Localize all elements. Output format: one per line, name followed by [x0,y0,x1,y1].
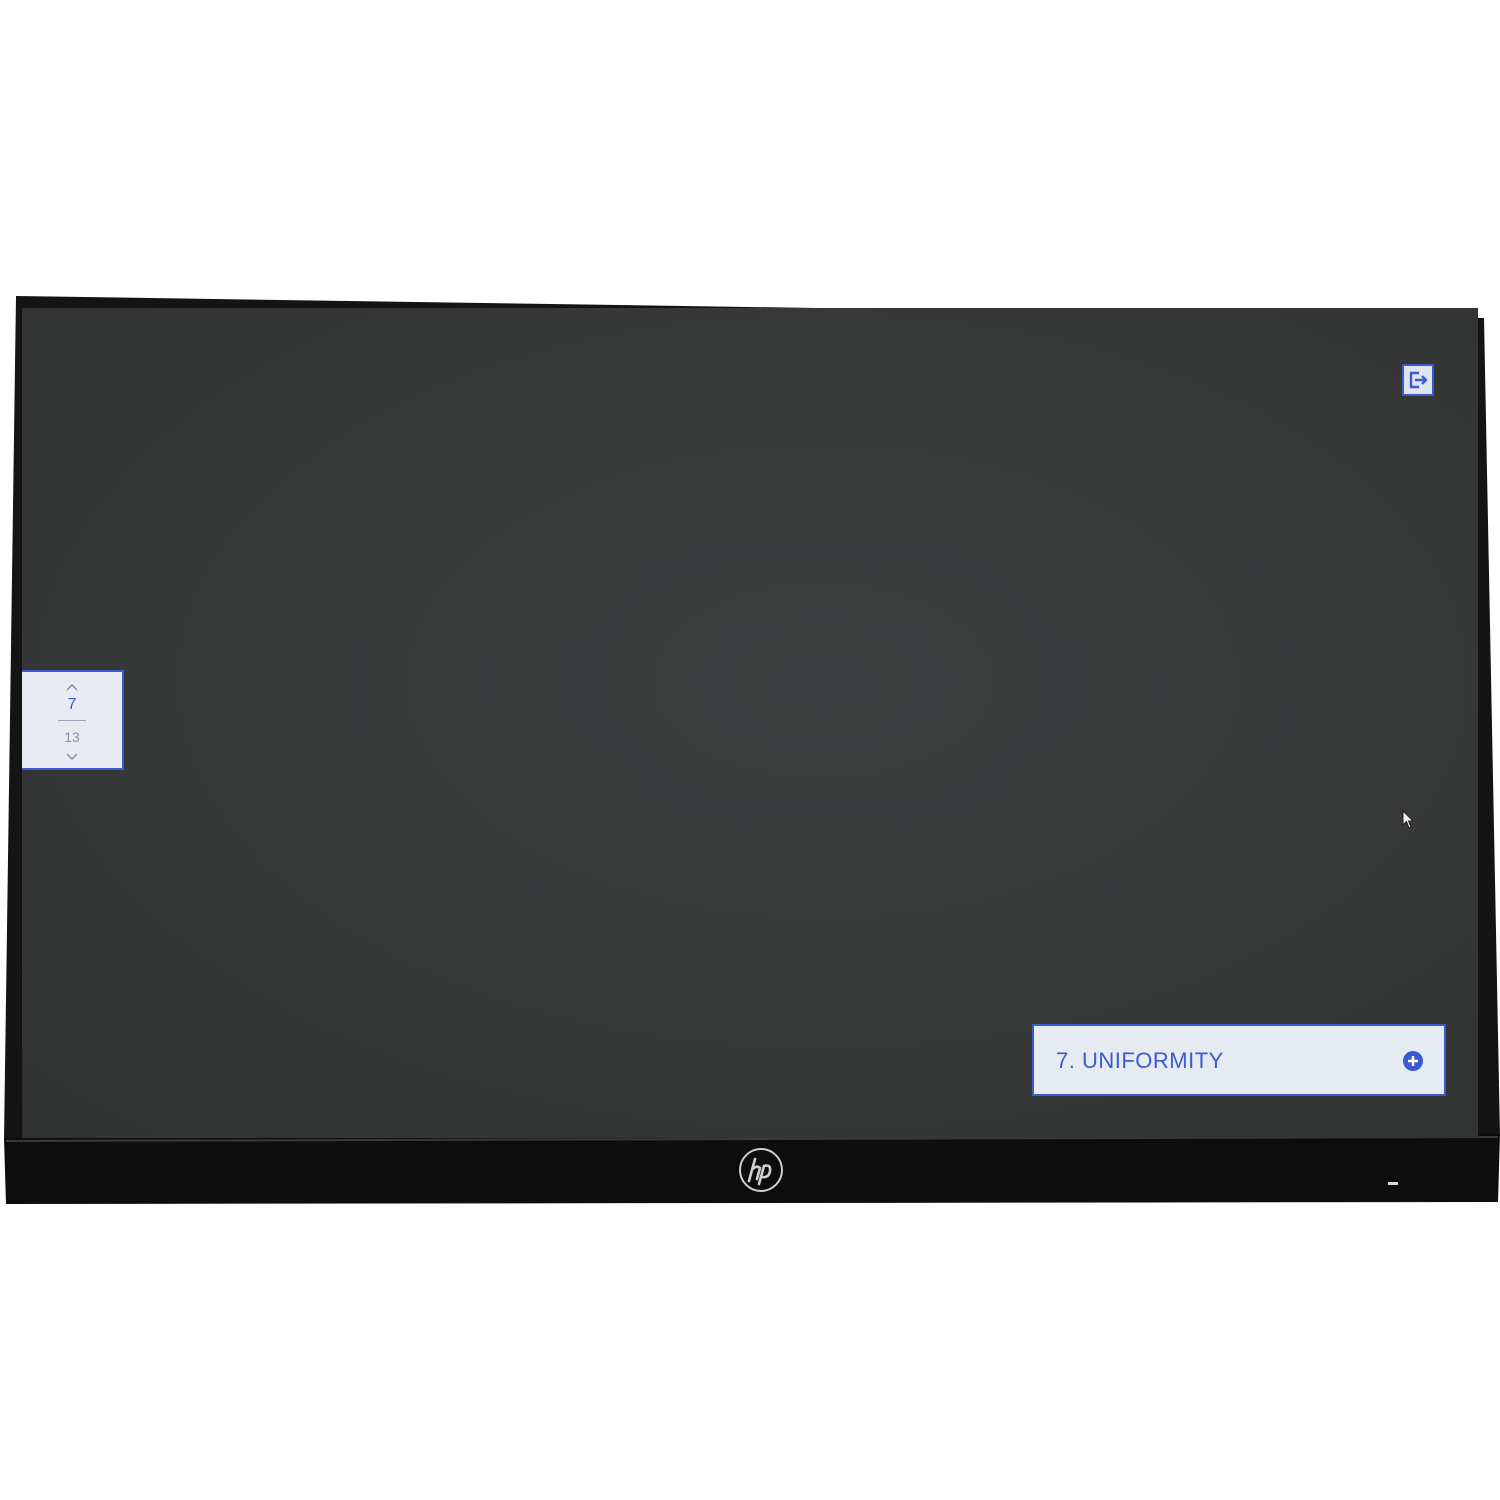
photo-stage: 7 13 7. UNIFORMITY [0,0,1500,1500]
hp-logo [739,1148,783,1192]
monitor: 7 13 7. UNIFORMITY [0,0,1500,1500]
chevron-up-icon[interactable] [66,682,78,692]
exit-button[interactable] [1402,364,1434,396]
menu-page-indicator: 7 13 [22,670,124,770]
menu-item-uniformity[interactable]: 7. UNIFORMITY [1032,1024,1446,1096]
plus-circle-icon[interactable] [1402,1050,1424,1072]
menu-item-label: 7. UNIFORMITY [1056,1048,1224,1073]
current-page-number: 7 [67,696,77,713]
mouse-cursor-icon [1402,810,1415,829]
exit-icon [1409,371,1428,389]
power-indicator-light [1388,1182,1398,1185]
monitor-screen: 7 13 7. UNIFORMITY [22,308,1478,1138]
total-page-count: 13 [64,729,80,745]
chevron-down-icon[interactable] [66,752,78,762]
pager-divider [58,720,86,721]
